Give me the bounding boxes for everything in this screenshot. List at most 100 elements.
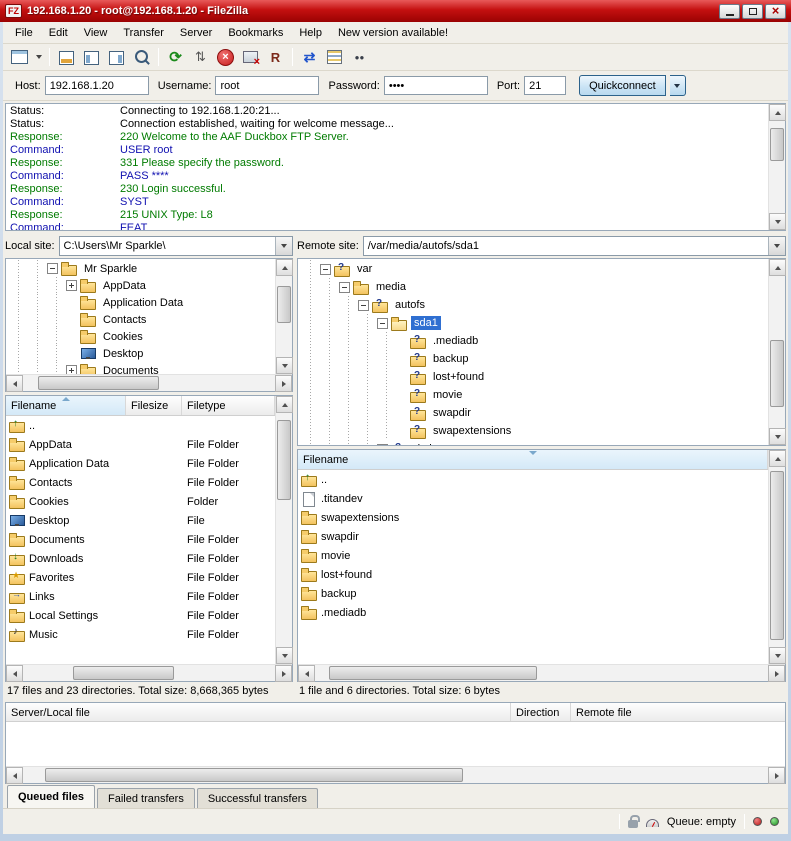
scroll-down-button[interactable] [769, 213, 786, 230]
remote-list-vertical-scrollbar[interactable] [768, 450, 785, 664]
file-row[interactable]: Contacts File Folder [6, 473, 275, 492]
tree-item[interactable]: Cookies [6, 328, 275, 345]
message-log-toggle-icon[interactable] [55, 47, 78, 68]
tree-item-label[interactable]: Desktop [100, 347, 146, 361]
scroll-right-button[interactable] [275, 665, 292, 682]
menu-item[interactable]: File [7, 24, 41, 42]
local-list-horizontal-scrollbar[interactable] [6, 664, 292, 681]
scroll-left-button[interactable] [6, 665, 23, 682]
scroll-up-button[interactable] [276, 396, 293, 413]
file-row[interactable]: Music File Folder [6, 625, 275, 644]
scrollbar-track[interactable] [276, 413, 292, 647]
tree-item-label[interactable]: sda1 [411, 316, 441, 330]
file-row[interactable]: .. [298, 470, 768, 489]
column-header-filetype[interactable]: Filetype [182, 396, 275, 415]
tree-item[interactable]: lost+found [298, 368, 768, 386]
menu-item[interactable]: New version available! [330, 24, 456, 42]
remote-site-combo[interactable]: /var/media/autofs/sda1 [363, 236, 786, 256]
column-header-remote-file[interactable]: Remote file [571, 703, 785, 721]
quickconnect-button[interactable]: Quickconnect [579, 75, 666, 96]
tree-item-label[interactable]: media [373, 280, 409, 294]
scroll-down-button[interactable] [276, 357, 293, 374]
file-row[interactable]: .mediadb [298, 603, 768, 622]
tree-item-label[interactable]: swapdir [430, 406, 474, 420]
sync-browsing-icon[interactable] [298, 47, 321, 68]
titlebar[interactable]: FZ 192.168.1.20 - root@192.168.1.20 - Fi… [0, 0, 791, 22]
scroll-up-button[interactable] [769, 104, 786, 121]
file-row[interactable]: Favorites File Folder [6, 568, 275, 587]
scroll-up-button[interactable] [769, 259, 786, 276]
tree-item[interactable]: var [298, 260, 768, 278]
file-row[interactable]: Documents File Folder [6, 530, 275, 549]
tree-item[interactable]: dvd [298, 440, 768, 445]
remote-list-horizontal-scrollbar[interactable] [298, 664, 785, 681]
tree-item-label[interactable]: autofs [392, 298, 428, 312]
disconnect-icon[interactable] [239, 47, 262, 68]
file-row[interactable]: Desktop File [6, 511, 275, 530]
tree-item-label[interactable]: Cookies [100, 330, 146, 344]
port-input[interactable] [524, 76, 566, 95]
scrollbar-thumb[interactable] [770, 128, 784, 161]
file-row[interactable]: backup [298, 584, 768, 603]
tree-item-label[interactable]: .mediadb [430, 334, 481, 348]
minimize-button[interactable] [719, 4, 740, 19]
tree-item-label[interactable]: Documents [100, 364, 162, 375]
scroll-up-button[interactable] [769, 450, 786, 467]
file-row[interactable]: swapextensions [298, 508, 768, 527]
tree-item[interactable]: Application Data [6, 294, 275, 311]
menu-item[interactable]: Server [172, 24, 220, 42]
scroll-up-button[interactable] [276, 259, 293, 276]
tree-item[interactable]: swapdir [298, 404, 768, 422]
remote-tree-toggle-icon[interactable] [105, 47, 128, 68]
scrollbar-track[interactable] [769, 467, 785, 647]
scrollbar-track[interactable] [23, 665, 275, 681]
tree-expander-icon[interactable] [358, 300, 369, 311]
host-input[interactable] [45, 76, 149, 95]
file-row[interactable]: movie [298, 546, 768, 565]
tree-expander-icon[interactable] [377, 318, 388, 329]
process-queue-icon[interactable] [189, 47, 212, 68]
reconnect-icon[interactable] [264, 47, 287, 68]
scroll-down-button[interactable] [769, 428, 786, 445]
tree-item[interactable]: Contacts [6, 311, 275, 328]
file-row[interactable]: .titandev [298, 489, 768, 508]
column-header-filename[interactable]: Filename [6, 396, 126, 415]
tree-item[interactable]: autofs [298, 296, 768, 314]
combo-dropdown-icon[interactable] [275, 237, 292, 255]
queue-body[interactable] [6, 722, 785, 766]
filter-icon[interactable] [130, 47, 153, 68]
tree-expander-icon[interactable] [66, 365, 77, 374]
maximize-button[interactable] [742, 4, 763, 19]
column-header-filename[interactable]: Filename [298, 450, 768, 469]
scrollbar-track[interactable] [769, 121, 785, 213]
tree-item-label[interactable]: var [354, 262, 375, 276]
file-row[interactable]: Cookies Folder [6, 492, 275, 511]
tree-item-label[interactable]: AppData [100, 279, 149, 293]
tree-expander-icon[interactable] [377, 444, 388, 446]
file-row[interactable]: Local Settings File Folder [6, 606, 275, 625]
scrollbar-thumb[interactable] [770, 340, 784, 407]
menu-item[interactable]: View [76, 24, 116, 42]
tree-item[interactable]: Mr Sparkle [6, 260, 275, 277]
queue-tab[interactable]: Failed transfers [97, 788, 195, 808]
scrollbar-thumb[interactable] [770, 471, 784, 640]
tree-item-label[interactable]: Application Data [100, 296, 186, 310]
tree-expander-icon[interactable] [320, 264, 331, 275]
tree-item-label[interactable]: swapextensions [430, 424, 514, 438]
file-row[interactable]: swapdir [298, 527, 768, 546]
scroll-down-button[interactable] [276, 647, 293, 664]
scrollbar-track[interactable] [315, 665, 768, 681]
queue-tab[interactable]: Queued files [7, 785, 95, 808]
speed-limit-icon[interactable] [646, 819, 659, 827]
menu-item[interactable]: Help [291, 24, 330, 42]
scrollbar-thumb[interactable] [277, 420, 291, 500]
scrollbar-track[interactable] [769, 276, 785, 428]
tree-item[interactable]: sda1 [298, 314, 768, 332]
local-tree-toggle-icon[interactable] [80, 47, 103, 68]
tree-expander-icon[interactable] [47, 263, 58, 274]
local-tree-horizontal-scrollbar[interactable] [6, 374, 292, 391]
directory-comparison-icon[interactable] [323, 47, 346, 68]
combo-dropdown-icon[interactable] [768, 237, 785, 255]
tree-item-label[interactable]: dvd [411, 442, 435, 445]
encryption-status-icon[interactable] [628, 820, 638, 828]
